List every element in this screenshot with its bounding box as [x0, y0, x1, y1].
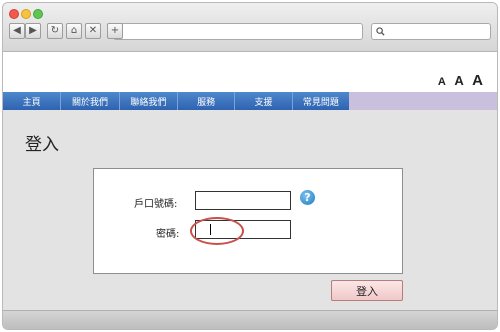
- new-tab-button[interactable]: +: [107, 23, 123, 39]
- page-title: 登入: [25, 135, 59, 155]
- site-header: A A A: [3, 52, 497, 92]
- font-size-controls: A A A: [434, 72, 483, 90]
- account-number-input[interactable]: [195, 191, 291, 210]
- nav-item-home[interactable]: 主頁: [3, 92, 62, 110]
- nav-item-faq[interactable]: 常見問題: [293, 92, 349, 110]
- highlight-circle: [190, 217, 244, 245]
- forward-arrow-icon: ▶: [29, 25, 37, 36]
- back-arrow-icon: ◀: [13, 25, 21, 36]
- browser-toolbar: ◀ ▶ ↻ ⌂ ✕ +: [3, 3, 497, 52]
- forward-button[interactable]: ▶: [25, 23, 41, 39]
- font-size-medium-button[interactable]: A: [454, 73, 463, 88]
- nav-item-about[interactable]: 關於我們: [61, 92, 120, 110]
- maximize-window-icon[interactable]: [33, 9, 43, 19]
- plus-icon: +: [110, 25, 120, 36]
- search-icon: [376, 27, 385, 36]
- reload-icon: ↻: [50, 25, 60, 36]
- account-number-label: 戶口號碼:: [134, 199, 178, 210]
- browser-window: ◀ ▶ ↻ ⌂ ✕ + A A A 主頁 關於我們 聯絡我們 服務 支援 常見問…: [2, 2, 498, 330]
- nav-bar: 主頁 關於我們 聯絡我們 服務 支援 常見問題: [3, 92, 349, 110]
- login-form: 戶口號碼: ? 密碼:: [93, 168, 403, 274]
- home-button[interactable]: ⌂: [66, 23, 82, 39]
- minimize-window-icon[interactable]: [21, 9, 31, 19]
- address-bar[interactable]: [113, 23, 363, 40]
- login-button[interactable]: 登入: [331, 280, 403, 301]
- help-icon-glyph: ?: [304, 191, 311, 204]
- nav-item-contact[interactable]: 聯絡我們: [120, 92, 178, 110]
- font-size-large-button[interactable]: A: [472, 72, 483, 89]
- nav-item-support[interactable]: 支援: [235, 92, 293, 110]
- nav-item-services[interactable]: 服務: [178, 92, 236, 110]
- help-icon[interactable]: ?: [300, 190, 315, 205]
- password-label: 密碼:: [156, 229, 180, 240]
- main-content: 登入 戶口號碼: ? 密碼: 登入: [3, 110, 497, 310]
- close-window-icon[interactable]: [9, 9, 19, 19]
- home-icon: ⌂: [70, 25, 78, 36]
- stop-icon: ✕: [88, 25, 98, 36]
- reload-button[interactable]: ↻: [47, 23, 63, 39]
- browser-search-input[interactable]: [371, 23, 491, 40]
- font-size-small-button[interactable]: A: [438, 76, 446, 88]
- stop-button[interactable]: ✕: [85, 23, 101, 39]
- back-button[interactable]: ◀: [9, 23, 25, 39]
- browser-status-bar: [3, 310, 497, 329]
- main-nav: 主頁 關於我們 聯絡我們 服務 支援 常見問題: [3, 92, 497, 110]
